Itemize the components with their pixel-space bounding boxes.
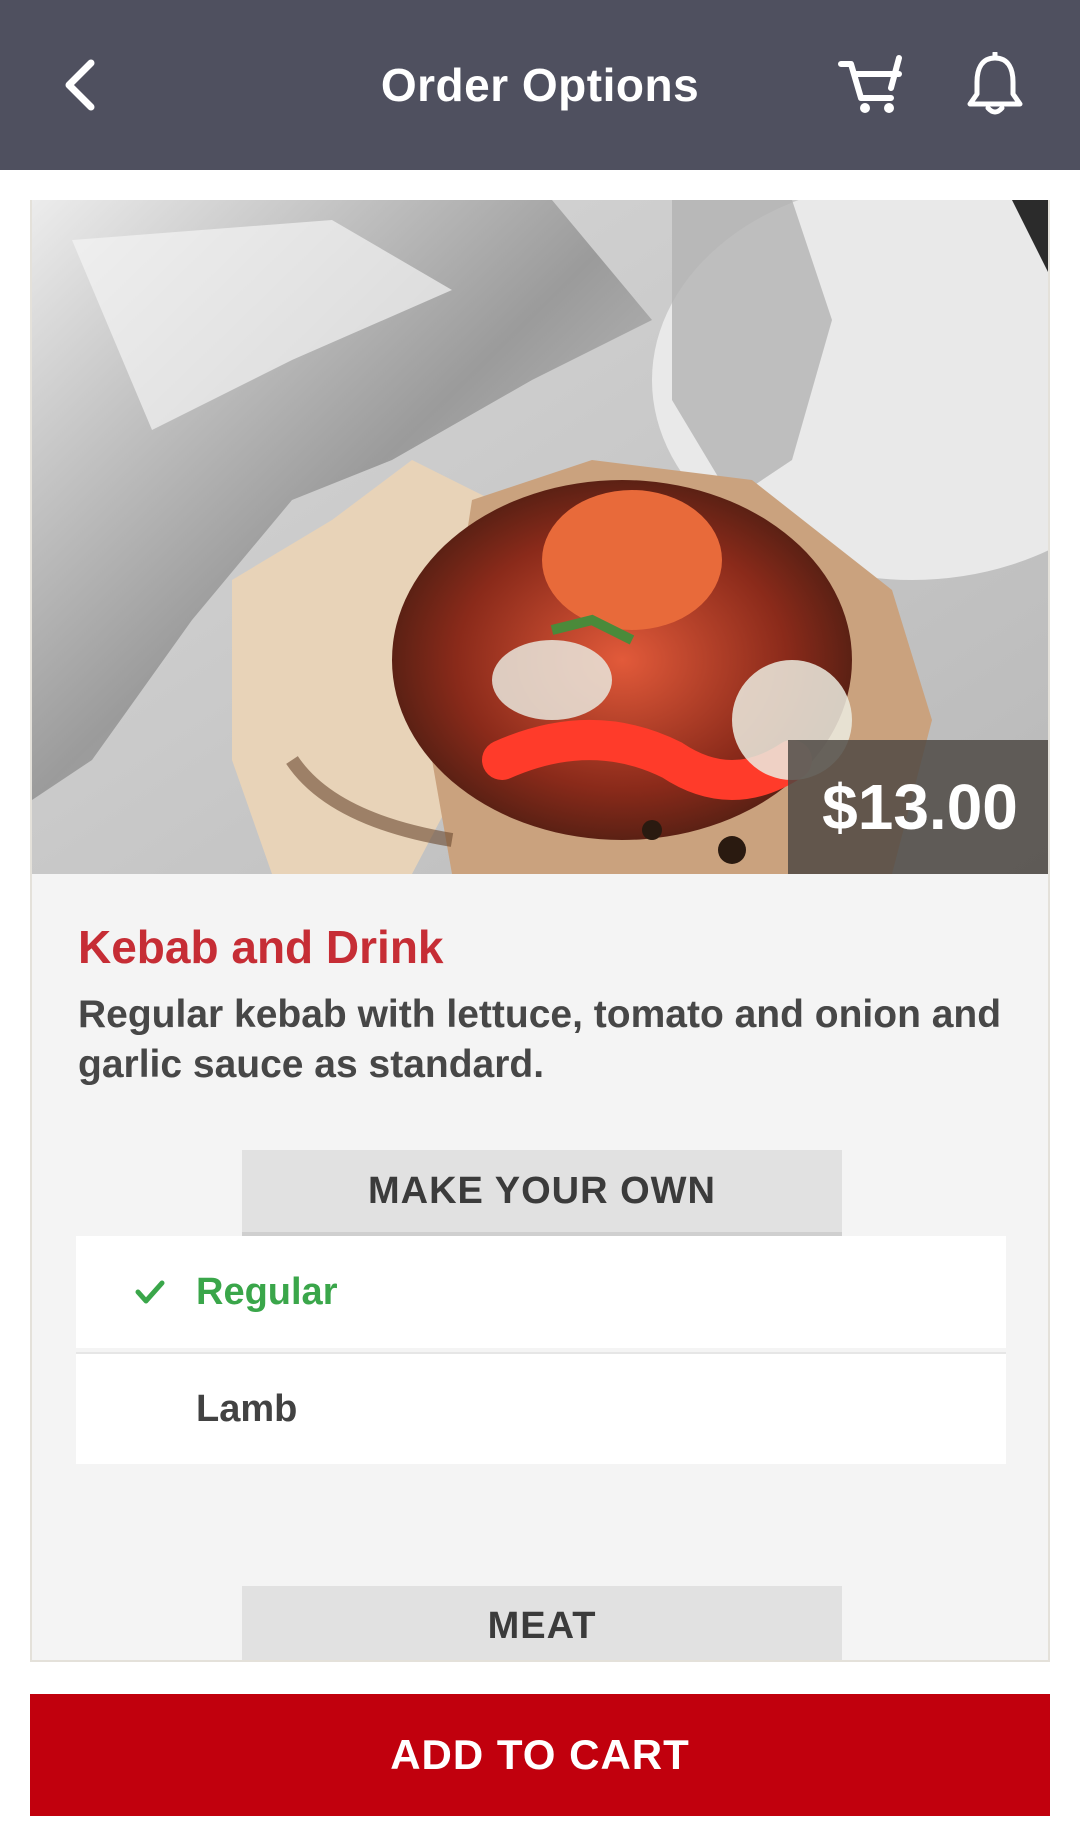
notifications-button[interactable]	[955, 45, 1035, 125]
option-label: Regular	[196, 1270, 338, 1313]
section-header-make-your-own[interactable]: MAKE YOUR OWN	[242, 1150, 842, 1238]
cart-button[interactable]	[832, 45, 912, 125]
product-card: $13.00 Kebab and Drink Regular kebab wit…	[30, 200, 1050, 1662]
option-regular[interactable]: Regular	[76, 1236, 1006, 1348]
option-label: Lamb	[196, 1387, 298, 1430]
page-title: Order Options	[380, 59, 700, 111]
option-list-make-your-own: Regular Lamb	[76, 1236, 1006, 1464]
check-icon	[135, 1280, 165, 1304]
item-description: Regular kebab with lettuce, tomato and o…	[78, 993, 1002, 1086]
app-header: Order Options	[0, 0, 1080, 170]
option-lamb[interactable]: Lamb	[76, 1352, 1006, 1464]
product-image: $13.00	[32, 200, 1048, 874]
item-title: Kebab and Drink	[78, 921, 444, 973]
price-badge: $13.00	[788, 740, 1048, 874]
section-header-meat[interactable]: MEAT	[242, 1586, 842, 1660]
cart-icon	[838, 55, 902, 113]
add-to-cart-button[interactable]: ADD TO CART	[30, 1694, 1050, 1816]
bell-icon	[967, 52, 1023, 115]
